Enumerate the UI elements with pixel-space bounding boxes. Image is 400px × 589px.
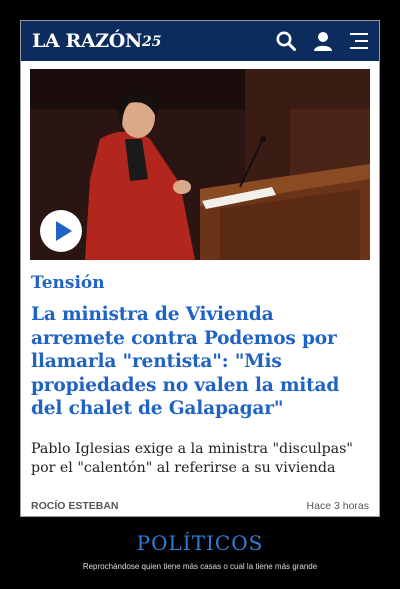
play-icon [56, 221, 72, 241]
article-kicker[interactable]: Tensión [31, 272, 105, 294]
top-navigation-bar: LA RAZÓN 25 [21, 21, 379, 61]
search-icon[interactable] [274, 29, 298, 53]
user-icon[interactable] [311, 29, 335, 53]
logo-anniversary-badge: 25 [142, 34, 162, 50]
site-logo[interactable]: LA RAZÓN [32, 30, 142, 52]
article-headline[interactable]: La ministra de Vivienda arremete contra … [31, 303, 371, 421]
article-timestamp: Hace 3 horas [306, 500, 369, 512]
menu-icon[interactable] [347, 29, 371, 53]
article-author[interactable]: ROCÍO ESTEBAN [31, 500, 119, 512]
hero-video-image[interactable] [30, 69, 370, 260]
article-subhead: Pablo Iglesias exige a la ministra "disc… [31, 441, 353, 476]
news-card: LA RAZÓN 25 Tensión La ministra de Vivie… [20, 20, 380, 517]
meme-title: POLÍTICOS [136, 531, 264, 555]
play-button[interactable] [40, 210, 82, 252]
meme-caption: Reprochándose quien tiene más casas o cu… [82, 562, 318, 571]
